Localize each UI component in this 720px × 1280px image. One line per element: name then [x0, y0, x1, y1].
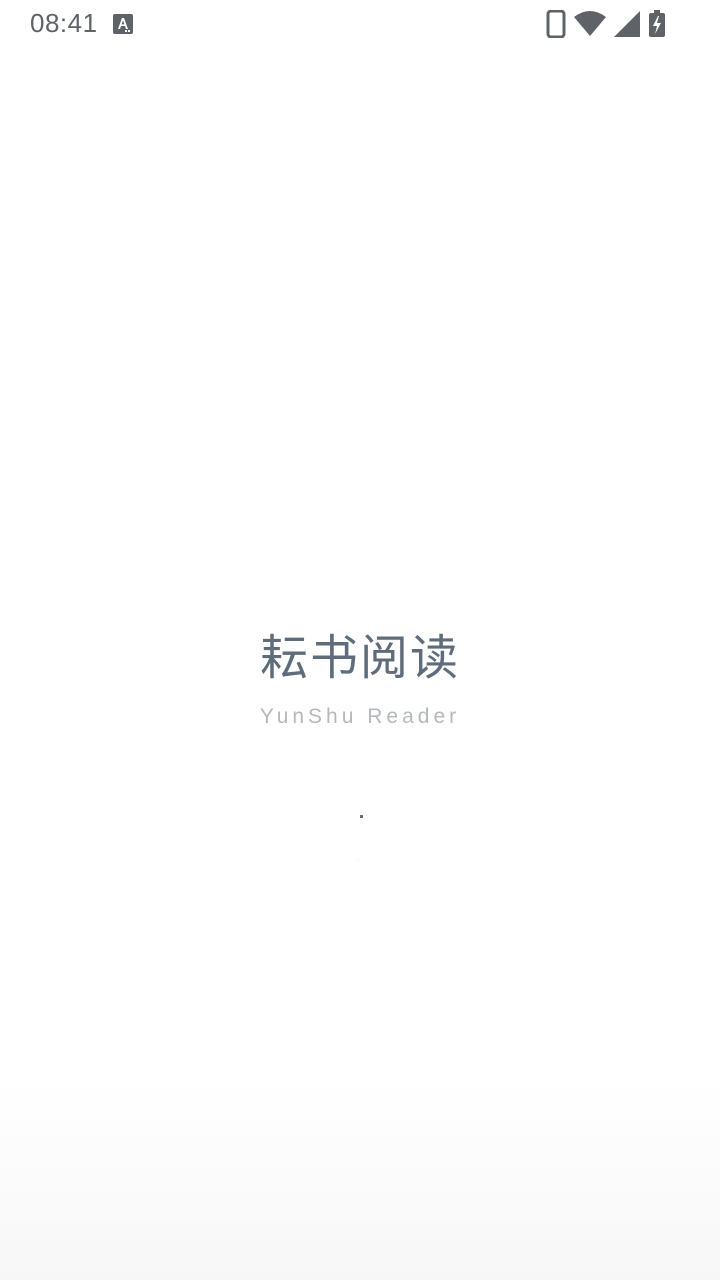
- app-title: 耘书阅读: [259, 630, 460, 686]
- phone-icon: [546, 10, 566, 38]
- status-icons: [546, 9, 666, 39]
- wifi-icon: [574, 11, 606, 37]
- cellular-signal-icon: [614, 11, 640, 37]
- app-subtitle: YunShu Reader: [259, 705, 461, 728]
- loading-indicator-faint: [358, 860, 359, 861]
- splash-screen: 08:41 耘书阅读 YunShu Reader: [0, 0, 720, 1280]
- splash-branding: 耘书阅读 YunShu Reader: [0, 628, 720, 730]
- battery-charging-icon: [648, 10, 666, 38]
- text-notification-icon: [113, 14, 133, 34]
- status-bar: 08:41: [0, 0, 720, 48]
- loading-indicator: [360, 815, 363, 818]
- status-time: 08:41: [30, 8, 98, 38]
